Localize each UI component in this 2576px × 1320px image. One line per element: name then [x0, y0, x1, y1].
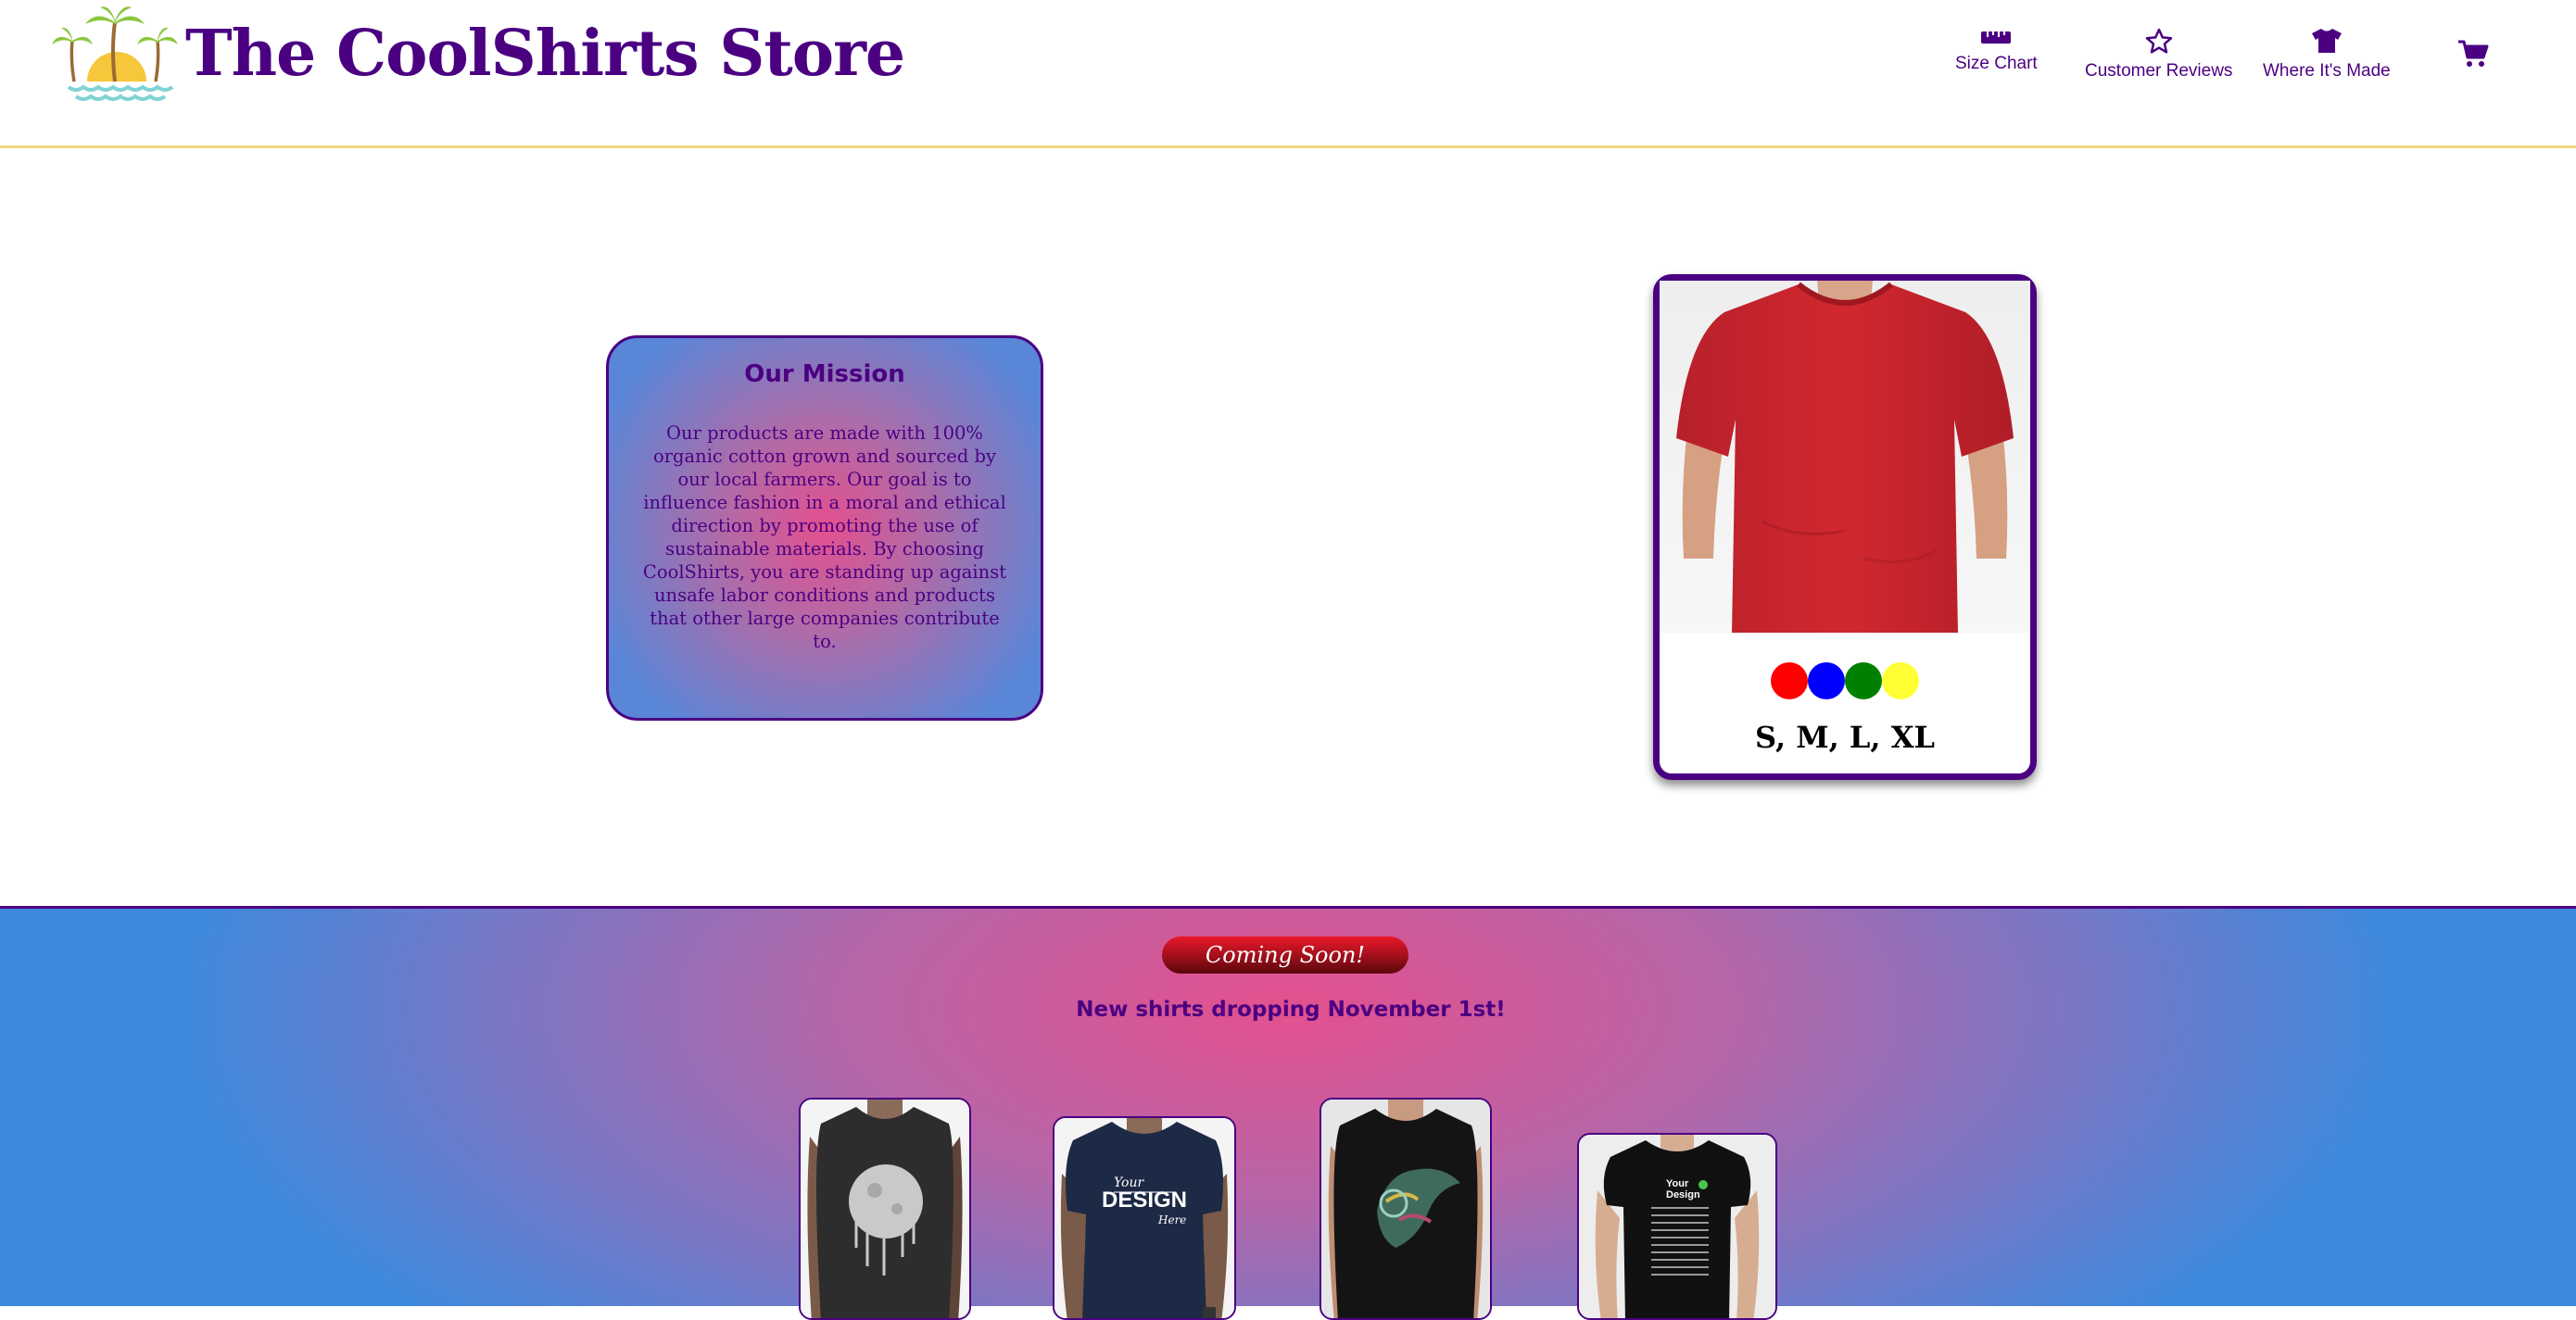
- drop-date-text: New shirts dropping November 1st!: [1076, 998, 1506, 1022]
- site-header: The CoolShirts Store Size Chart Customer…: [0, 0, 2576, 148]
- upcoming-shirt-your-design[interactable]: Your DESIGN Here: [1053, 1116, 1236, 1320]
- star-icon: [2145, 28, 2172, 54]
- coming-soon-button[interactable]: Coming Soon!: [1162, 937, 1408, 974]
- print-design-text: DESIGN: [1102, 1188, 1187, 1213]
- palm-sunset-logo[interactable]: [50, 4, 180, 107]
- product-card[interactable]: S, M, L, XL: [1653, 274, 2037, 780]
- womens-design-shirt-image: Your Design: [1579, 1135, 1775, 1318]
- nav-size-chart[interactable]: Size Chart: [1955, 28, 2038, 74]
- ruler-icon: [1981, 31, 2012, 44]
- moon-shirt-image: [801, 1100, 969, 1318]
- cart-icon[interactable]: [2457, 39, 2489, 73]
- color-swatch-red[interactable]: [1771, 662, 1808, 699]
- nav-where-made-label: Where It's Made: [2263, 61, 2391, 81]
- print-here-text: Here: [1157, 1213, 1186, 1226]
- nav-customer-reviews[interactable]: Customer Reviews: [2085, 28, 2232, 82]
- brand-title[interactable]: The CoolShirts Store: [185, 17, 905, 91]
- color-swatch-yellow[interactable]: [1882, 662, 1919, 699]
- color-swatch-green[interactable]: [1845, 662, 1882, 699]
- mission-title: Our Mission: [744, 360, 905, 388]
- nav-where-made[interactable]: Where It's Made: [2263, 28, 2391, 82]
- upcoming-shirt-bird[interactable]: [1320, 1098, 1492, 1320]
- print-your-label: Your: [1666, 1178, 1689, 1189]
- upcoming-shirt-womens-design[interactable]: Your Design: [1577, 1133, 1777, 1320]
- your-design-shirt-image: Your DESIGN Here: [1054, 1118, 1234, 1318]
- nav-customer-reviews-label: Customer Reviews: [2085, 61, 2233, 81]
- print-design-label: Design: [1666, 1189, 1700, 1201]
- size-options: S, M, L, XL: [1754, 720, 1936, 755]
- bird-shirt-image: [1321, 1100, 1490, 1318]
- nav-size-chart-label: Size Chart: [1955, 54, 2038, 73]
- color-swatches: [1660, 662, 2030, 699]
- tshirt-icon: [2311, 29, 2342, 53]
- mission-text: Our products are made with 100% organic …: [642, 422, 1007, 652]
- coming-soon-section: Coming Soon! New shirts dropping Novembe…: [0, 906, 2576, 1320]
- upcoming-shirt-moon[interactable]: [799, 1098, 971, 1320]
- color-swatch-blue[interactable]: [1808, 662, 1845, 699]
- red-tshirt-image: [1660, 281, 2030, 633]
- mission-card: Our Mission Our products are made with 1…: [606, 335, 1043, 721]
